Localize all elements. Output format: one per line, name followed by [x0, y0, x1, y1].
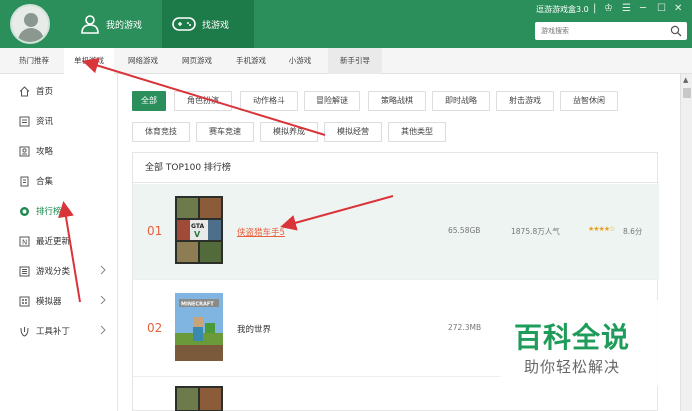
sidebar-item-ranking[interactable]: 排行榜	[0, 196, 118, 226]
brand-name: 逗游游戏盒3.0	[536, 5, 589, 14]
filter-adventure[interactable]: 冒险解谜	[304, 91, 360, 111]
category-subnav: 热门推荐 单机游戏 网络游戏 网页游戏 手机游戏 小游戏 新手引导	[0, 48, 692, 75]
rating-score: 8.6分	[623, 227, 643, 236]
sidebar-item-tools[interactable]: 工具补丁	[0, 316, 118, 346]
watermark-subtitle: 助你轻松解决	[524, 358, 621, 376]
close-icon[interactable]: ✕	[674, 3, 682, 14]
search-input[interactable]	[535, 22, 663, 40]
game-name-link[interactable]: 侠盗猎车手5	[237, 226, 285, 238]
news-icon	[18, 115, 30, 127]
filter-action[interactable]: 动作格斗	[240, 91, 298, 111]
filter-all[interactable]: 全部	[132, 91, 166, 111]
svg-text:MINECRAFT: MINECRAFT	[181, 302, 214, 308]
subnav-mobile[interactable]: 手机游戏	[226, 48, 276, 74]
window-separator: |	[593, 3, 597, 14]
sidebar-item-label: 攻略	[36, 147, 54, 157]
filter-racing[interactable]: 赛车竞速	[196, 122, 254, 142]
menu-icon[interactable]: ☰	[622, 3, 631, 14]
gamepad-icon	[172, 17, 196, 31]
sidebar-item-label: 排行榜	[36, 207, 62, 217]
skin-icon[interactable]: ♔	[604, 3, 613, 14]
search-box	[535, 22, 687, 40]
rank-number: 02	[147, 321, 163, 335]
subnav-standalone[interactable]: 单机游戏	[64, 48, 114, 75]
game-cover-third[interactable]	[175, 386, 223, 411]
rating-stars: ★★★★☆	[588, 225, 615, 233]
tab-find-games-label: 找游戏	[202, 20, 230, 31]
game-size: 65.58GB	[448, 226, 481, 235]
tab-my-games-label: 我的游戏	[106, 20, 143, 31]
subnav-online[interactable]: 网络游戏	[118, 48, 168, 74]
scroll-thumb[interactable]	[683, 88, 691, 98]
sidebar-item-label: 模拟器	[36, 297, 62, 307]
filter-other[interactable]: 其他类型	[388, 122, 446, 142]
game-popularity: 1875.8万人气	[511, 227, 560, 236]
rank-number: 01	[147, 224, 163, 238]
filter-strategy[interactable]: 策略战棋	[368, 91, 426, 111]
sidebar-item-guide[interactable]: 攻略	[0, 136, 118, 166]
subnav-web[interactable]: 网页游戏	[172, 48, 222, 74]
sidebar-item-label: 最近更新	[36, 237, 71, 247]
filter-rpg[interactable]: 角色扮演	[174, 91, 232, 111]
maximize-icon[interactable]: ☐	[657, 3, 666, 14]
user-icon	[81, 15, 99, 34]
sidebar-item-label: 工具补丁	[36, 327, 71, 337]
scroll-up-icon[interactable]: ▲	[683, 76, 688, 84]
home-icon	[18, 85, 30, 97]
filter-shooter[interactable]: 射击游戏	[496, 91, 554, 111]
tab-find-games[interactable]: 找游戏	[162, 0, 254, 48]
filter-management[interactable]: 模拟经营	[324, 122, 382, 142]
sidebar-item-collection[interactable]: 合集	[0, 166, 118, 196]
chevron-right-icon	[100, 295, 106, 305]
filter-sports[interactable]: 体育竞技	[132, 122, 190, 142]
top-header: 我的游戏 找游戏 逗游游戏盒3.0 | ♔ ☰ ─ ☐ ✕	[0, 0, 692, 48]
sidebar-item-news[interactable]: 资讯	[0, 106, 118, 136]
category-icon	[18, 265, 30, 277]
minimize-icon[interactable]: ─	[640, 3, 646, 14]
sidebar-item-label: 合集	[36, 177, 54, 187]
tools-icon	[18, 325, 30, 337]
collection-icon	[18, 175, 30, 187]
filter-puzzle[interactable]: 益智休闲	[560, 91, 618, 111]
subnav-hot[interactable]: 热门推荐	[6, 48, 62, 74]
emulator-icon	[18, 295, 30, 307]
svg-text:N: N	[22, 238, 27, 246]
subnav-mini[interactable]: 小游戏	[280, 48, 320, 74]
sidebar-item-label: 首页	[36, 87, 54, 97]
ranking-icon	[18, 205, 30, 217]
guide-icon	[18, 145, 30, 157]
search-icon[interactable]	[670, 25, 682, 37]
chevron-right-icon	[100, 265, 106, 275]
ranking-title: 全部 TOP100 排行榜	[133, 153, 659, 183]
filter-simulation[interactable]: 模拟养成	[260, 122, 318, 142]
sidebar-item-home[interactable]: 首页	[0, 76, 118, 106]
chevron-right-icon	[100, 325, 106, 335]
sidebar-item-updates[interactable]: N 最近更新	[0, 226, 118, 256]
sidebar-item-label: 游戏分类	[36, 267, 71, 277]
user-avatar[interactable]	[10, 4, 50, 44]
vertical-scrollbar[interactable]: ▲	[680, 74, 692, 411]
tab-my-games[interactable]: 我的游戏	[72, 0, 162, 48]
subnav-newbie[interactable]: 新手引导	[328, 48, 382, 74]
sidebar-item-label: 资讯	[36, 117, 54, 127]
svg-text:V: V	[194, 230, 201, 239]
update-icon: N	[18, 235, 30, 247]
sidebar-item-emulators[interactable]: 模拟器	[0, 286, 118, 316]
game-cover-minecraft[interactable]: MINECRAFT	[175, 293, 223, 361]
watermark-title: 百科全说	[514, 321, 631, 354]
table-row[interactable]: 01 GTA V 侠盗猎车手5 65.58GB 1875.8万人气 ★★★★☆ …	[133, 184, 659, 280]
game-size: 272.3MB	[448, 323, 482, 332]
filter-rts[interactable]: 即时战略	[432, 91, 490, 111]
game-name[interactable]: 我的世界	[237, 323, 271, 335]
sidebar-item-categories[interactable]: 游戏分类	[0, 256, 118, 286]
game-cover-gta5[interactable]: GTA V	[175, 196, 223, 264]
sidebar: 首页 资讯 攻略 合集 排行榜 N 最近更新 游戏分类 模拟器 工具补丁	[0, 74, 118, 411]
svg-text:GTA: GTA	[191, 223, 204, 230]
